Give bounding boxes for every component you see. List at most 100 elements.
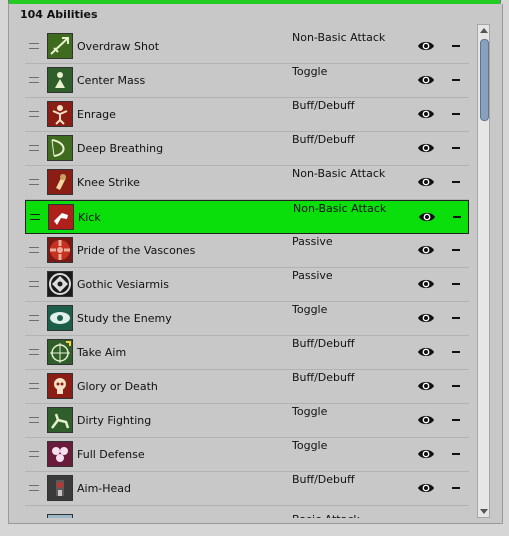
gothic-vesiarmis-icon: [47, 271, 73, 297]
list-item[interactable]: Deep Breathing Buff/Debuff: [25, 132, 469, 166]
remove-minus-button[interactable]: [452, 351, 460, 353]
remove-minus-button[interactable]: [452, 79, 460, 81]
list-item[interactable]: Knee Strike Non-Basic Attack: [25, 166, 469, 200]
drag-handle-icon[interactable]: [29, 111, 39, 118]
ability-name: Center Mass: [77, 74, 146, 87]
list-item[interactable]: Dirty Fighting Toggle: [25, 404, 469, 438]
vertical-scrollbar[interactable]: [477, 24, 490, 518]
visibility-eye-icon[interactable]: [417, 379, 435, 393]
drag-handle-icon[interactable]: [29, 145, 39, 152]
ability-name: Study the Enemy: [77, 312, 172, 325]
glory-or-death-icon: [47, 373, 73, 399]
list-item[interactable]: Gothic Vesiarmis Passive: [25, 268, 469, 302]
overdraw-shot-icon: [47, 33, 73, 59]
scroll-up-arrow-icon[interactable]: [480, 28, 488, 33]
ability-type: Non-Basic Attack: [292, 31, 386, 44]
ability-type: Buff/Debuff: [292, 133, 355, 146]
remove-minus-button[interactable]: [452, 283, 460, 285]
pride-of-the-vascones-icon: [47, 237, 73, 263]
center-mass-icon: [47, 67, 73, 93]
list-item[interactable]: Center Mass Toggle: [25, 64, 469, 98]
visibility-eye-icon[interactable]: [417, 39, 435, 53]
list-item[interactable]: Study the Enemy Toggle: [25, 302, 469, 336]
aim-head-icon: [47, 475, 73, 501]
list-item[interactable]: Aim-Head Buff/Debuff: [25, 472, 469, 506]
drag-handle-icon[interactable]: [29, 247, 39, 254]
ability-type: Passive: [292, 269, 333, 282]
remove-minus-button[interactable]: [452, 487, 460, 489]
ability-type: Buff/Debuff: [292, 99, 355, 112]
visibility-eye-icon[interactable]: [417, 107, 435, 121]
ability-name: Take Aim: [77, 346, 127, 359]
study-the-enemy-icon: [47, 305, 73, 331]
remove-minus-button[interactable]: [452, 147, 460, 149]
ability-name: Full Defense: [77, 448, 145, 461]
ability-type: Buff/Debuff: [292, 337, 355, 350]
visibility-eye-icon[interactable]: [417, 277, 435, 291]
remove-minus-button[interactable]: [453, 216, 461, 218]
visibility-eye-icon[interactable]: [417, 447, 435, 461]
ability-name: Gothic Vesiarmis: [77, 278, 169, 291]
scroll-thumb[interactable]: [480, 39, 489, 121]
list-item[interactable]: Glory or Death Buff/Debuff: [25, 370, 469, 404]
list-item[interactable]: Enrage Buff/Debuff: [25, 98, 469, 132]
ability-type: Toggle: [292, 65, 328, 78]
enrage-icon: [47, 101, 73, 127]
drag-handle-icon[interactable]: [29, 451, 39, 458]
visibility-eye-icon[interactable]: [417, 481, 435, 495]
ability-name: Dirty Fighting: [77, 414, 152, 427]
ability-type: Passive: [292, 235, 333, 248]
visibility-eye-icon[interactable]: [417, 141, 435, 155]
visibility-eye-icon[interactable]: [417, 175, 435, 189]
remove-minus-button[interactable]: [452, 385, 460, 387]
drag-handle-icon[interactable]: [29, 315, 39, 322]
drag-handle-icon[interactable]: [29, 383, 39, 390]
kick-icon: [48, 204, 74, 230]
remove-minus-button[interactable]: [452, 419, 460, 421]
ability-name: Deep Breathing: [77, 142, 164, 155]
scroll-down-arrow-icon[interactable]: [480, 509, 488, 514]
abilities-panel: 104 Abilities Overdraw Shot Non-Basic Att…: [8, 4, 503, 524]
ability-name: Glory or Death: [77, 380, 158, 393]
drag-handle-icon[interactable]: [29, 281, 39, 288]
drag-handle-icon[interactable]: [29, 43, 39, 50]
remove-minus-button[interactable]: [452, 181, 460, 183]
dirty-fighting-icon: [47, 407, 73, 433]
visibility-eye-icon[interactable]: [418, 210, 436, 224]
ability-type: Toggle: [292, 405, 328, 418]
drag-handle-icon[interactable]: [29, 417, 39, 424]
drag-handle-icon[interactable]: [30, 214, 40, 221]
drag-handle-icon[interactable]: [29, 485, 39, 492]
full-defense-icon: [47, 441, 73, 467]
visibility-eye-icon[interactable]: [417, 243, 435, 257]
list-item[interactable]: Pride of the Vascones Passive: [25, 234, 469, 268]
ability-name: Aim-Head: [77, 482, 132, 495]
ability-type: Toggle: [292, 439, 328, 452]
visibility-eye-icon[interactable]: [417, 345, 435, 359]
list-item[interactable]: Overdraw Shot Non-Basic Attack: [25, 30, 469, 64]
take-aim-icon: [47, 339, 73, 365]
remove-minus-button[interactable]: [452, 249, 460, 251]
remove-minus-button[interactable]: [452, 113, 460, 115]
partial-list-item[interactable]: Basic Attack: [25, 512, 469, 518]
deep-breathing-icon: [47, 135, 73, 161]
list-item[interactable]: Full Defense Toggle: [25, 438, 469, 472]
visibility-eye-icon[interactable]: [417, 311, 435, 325]
ability-name: Overdraw Shot: [77, 40, 160, 53]
ability-name: Enrage: [77, 108, 116, 121]
drag-handle-icon[interactable]: [29, 179, 39, 186]
visibility-eye-icon[interactable]: [417, 73, 435, 87]
ability-type: Non-Basic Attack: [292, 167, 386, 180]
remove-minus-button[interactable]: [452, 45, 460, 47]
ability-type: Basic Attack: [292, 512, 360, 518]
visibility-eye-icon[interactable]: [417, 413, 435, 427]
drag-handle-icon[interactable]: [29, 349, 39, 356]
drag-handle-icon[interactable]: [29, 77, 39, 84]
list-item-selected[interactable]: Kick Non-Basic Attack: [25, 200, 469, 234]
remove-minus-button[interactable]: [452, 453, 460, 455]
knee-strike-icon: [47, 169, 73, 195]
ability-name: Pride of the Vascones: [77, 244, 196, 257]
list-item[interactable]: Take Aim Buff/Debuff: [25, 336, 469, 370]
remove-minus-button[interactable]: [452, 317, 460, 319]
ability-type: Non-Basic Attack: [293, 202, 387, 215]
